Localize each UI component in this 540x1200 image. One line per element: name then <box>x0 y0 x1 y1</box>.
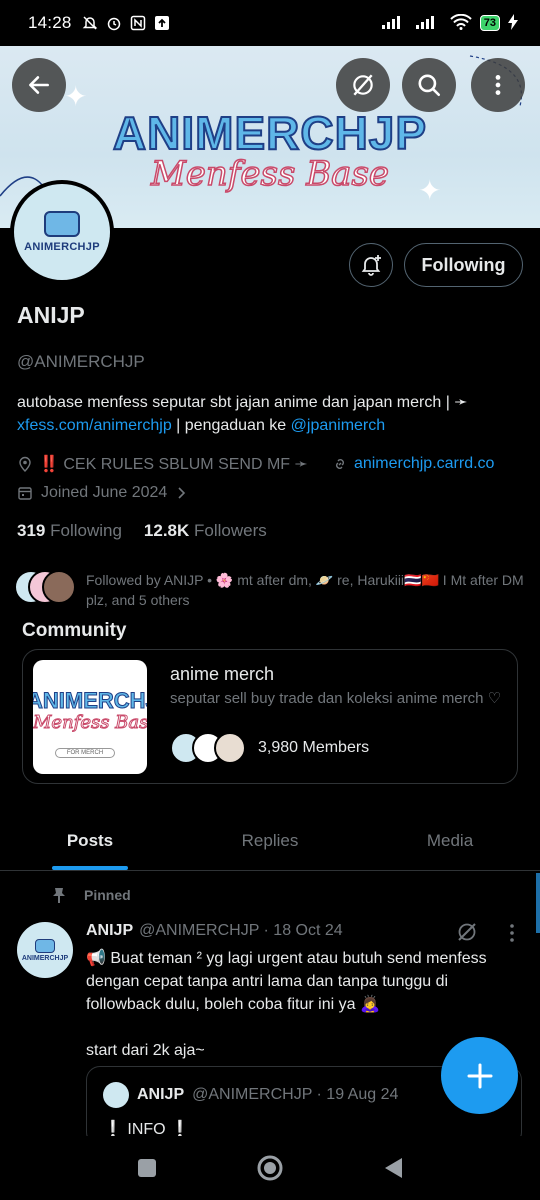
mute-alarm-icon <box>82 15 98 31</box>
status-bar: 14:28 73 <box>0 0 540 46</box>
community-name: anime merch <box>170 664 275 684</box>
followed-by-avatars <box>14 570 78 604</box>
followers-stat[interactable]: 12.8K Followers <box>144 521 267 541</box>
avatar-logo-text: ANIMERCHJP <box>24 241 100 253</box>
bio-text: autobase menfess seputar sbt jajan anime… <box>17 394 468 411</box>
grok-icon <box>353 74 373 96</box>
bio-text: | pengaduan ke <box>171 417 291 434</box>
compose-button[interactable] <box>441 1037 518 1114</box>
post-handle-date: @ANIMERCHJP · 18 Oct 24 <box>139 922 343 939</box>
following-button[interactable]: Following <box>404 243 523 287</box>
community-heading: Community <box>22 620 127 641</box>
community-description: seputar sell buy trade dan koleksi anime… <box>170 690 502 707</box>
community-card[interactable]: ANIMERCHJP Menfess Base FOR MERCH anime … <box>22 649 518 784</box>
profile-handle: @ANIMERCHJP <box>17 352 145 371</box>
charging-icon <box>508 13 518 33</box>
avatar <box>103 1082 129 1108</box>
avatar-logo-text: ANIMERCHJP <box>21 954 69 962</box>
community-image-tag: FOR MERCH <box>55 748 115 758</box>
grok-icon[interactable] <box>455 920 479 944</box>
avatar <box>42 570 76 604</box>
following-stat[interactable]: 319 Following <box>17 521 122 541</box>
location-icon <box>19 456 31 472</box>
upload-icon <box>154 15 170 31</box>
member-count: 3,980 Members <box>258 739 370 756</box>
home-button[interactable] <box>256 1154 284 1182</box>
avatar <box>214 732 246 764</box>
post-text: 📢 Buat teman ² yg lagi urgent atau butuh… <box>86 950 487 1013</box>
camera-logo-icon <box>44 211 80 237</box>
banner-title: ANIMERCHJP <box>112 106 428 160</box>
profile-joined-row[interactable]: Joined June 2024 <box>17 484 187 502</box>
avatar-image: ANIMERCHJP <box>14 184 110 280</box>
tab-posts[interactable]: Posts <box>0 813 180 870</box>
camera-logo-icon <box>35 938 55 953</box>
community-members: 3,980 Members <box>170 732 369 764</box>
pinned-label: Pinned <box>84 887 131 903</box>
profile-bio: autobase menfess seputar sbt jajan anime… <box>17 391 517 437</box>
alarm-icon <box>106 15 122 31</box>
bell-plus-icon <box>361 255 381 276</box>
profile-website[interactable]: animerchjp.carrd.co <box>354 455 495 473</box>
arrow-left-icon <box>29 76 49 94</box>
post-header: ANIJP @ANIMERCHJP · 18 Oct 24 <box>86 922 343 940</box>
profile-stats: 319 Following 12.8K Followers <box>17 521 267 541</box>
status-time: 14:28 <box>28 13 72 32</box>
profile-name: ANIJP <box>17 302 85 328</box>
search-icon <box>418 74 441 97</box>
system-nav-bar <box>0 1136 540 1200</box>
link-icon <box>335 459 344 469</box>
quoted-author: ANIJP <box>137 1086 185 1103</box>
profile-meta: ‼️ CEK RULES SBLUM SEND MF ➛ animerchjp.… <box>17 454 494 474</box>
signal-2-icon <box>415 15 442 32</box>
wifi-icon <box>450 13 472 33</box>
post-more-icon[interactable] <box>507 922 517 944</box>
tab-replies[interactable]: Replies <box>180 813 360 870</box>
more-vertical-icon <box>495 75 501 95</box>
pin-icon <box>53 888 65 903</box>
pinned-indicator: Pinned <box>50 886 131 904</box>
profile-joined: Joined June 2024 <box>41 484 168 501</box>
profile-avatar[interactable]: ANIMERCHJP <box>10 180 114 284</box>
signal-icon <box>381 15 408 32</box>
quoted-post-header: ANIJP @ANIMERCHJP · 19 Aug 24 <box>103 1082 398 1108</box>
profile-tabs: Posts Replies Media <box>0 813 540 871</box>
recents-button[interactable] <box>136 1157 158 1179</box>
community-image: ANIMERCHJP Menfess Base FOR MERCH <box>33 660 147 774</box>
community-image-title: ANIMERCHJP <box>33 688 147 714</box>
active-tab-indicator <box>52 866 128 870</box>
back-nav-button[interactable] <box>382 1156 404 1180</box>
profile-location: ‼️ CEK RULES SBLUM SEND MF ➛ <box>39 456 308 473</box>
bio-link[interactable]: xfess.com/animerchjp <box>17 417 172 434</box>
search-button[interactable] <box>402 58 456 112</box>
post-author[interactable]: ANIJP <box>86 922 133 940</box>
scrollbar[interactable] <box>536 873 540 933</box>
bio-mention-link[interactable]: @jpanimerch <box>291 417 386 434</box>
quoted-handle-date: @ANIMERCHJP · 19 Aug 24 <box>192 1086 399 1103</box>
back-button[interactable] <box>12 58 66 112</box>
notify-button[interactable] <box>349 243 393 287</box>
grok-button[interactable] <box>336 58 390 112</box>
followed-by[interactable]: Followed by ANIJP • 🌸 mt after dm, 🪐 re,… <box>14 570 524 610</box>
post-avatar[interactable]: ANIMERCHJP <box>17 922 73 978</box>
chevron-right-icon <box>178 487 186 499</box>
nfc-icon <box>130 15 146 31</box>
battery-indicator: 73 <box>479 15 500 31</box>
more-options-button[interactable] <box>471 58 525 112</box>
community-image-subtitle: Menfess Base <box>33 712 147 734</box>
followed-by-text: Followed by ANIJP • 🌸 mt after dm, 🪐 re,… <box>86 572 524 608</box>
tab-media[interactable]: Media <box>360 813 540 870</box>
member-avatars <box>170 732 246 764</box>
plus-icon <box>467 1063 492 1088</box>
calendar-icon <box>18 487 32 500</box>
